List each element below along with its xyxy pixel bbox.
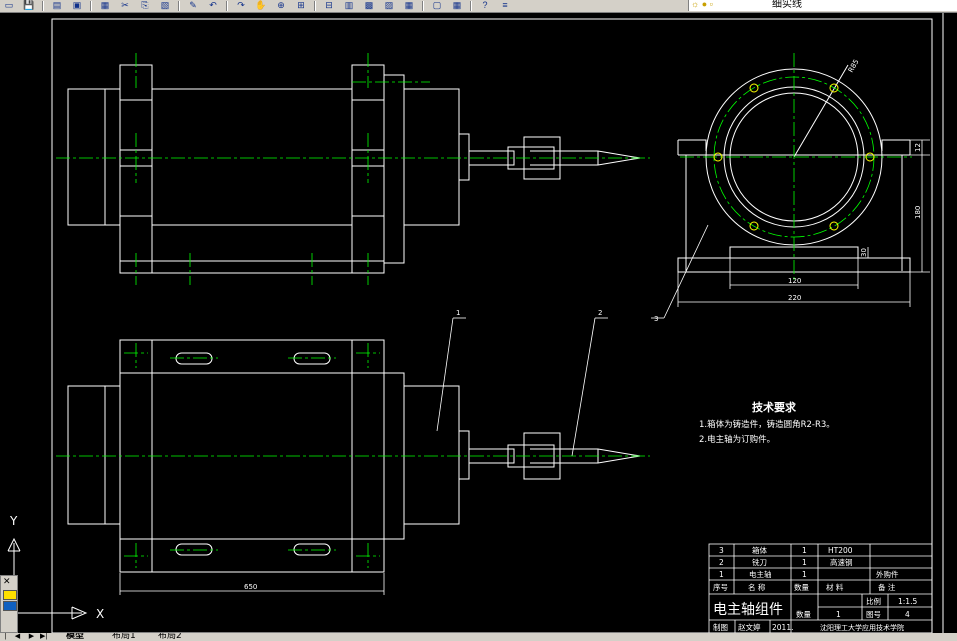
title-block bbox=[708, 543, 933, 633]
part3-material: HT200 bbox=[828, 546, 853, 555]
drawing-canvas[interactable]: 1 2 3 650 220 120 180 12 30 R85 技术要求 1.箱… bbox=[0, 13, 957, 633]
ucs-icon: Y X bbox=[7, 514, 104, 621]
open-icon[interactable]: ▭ bbox=[2, 0, 16, 11]
scale-value: 1:1.5 bbox=[898, 597, 917, 606]
center-lines bbox=[56, 53, 912, 568]
close-icon[interactable]: ✕ bbox=[3, 576, 11, 586]
part1-qty: 1 bbox=[802, 570, 807, 579]
part1-no: 1 bbox=[719, 570, 724, 579]
last-tab-icon[interactable]: ▶| bbox=[40, 633, 47, 641]
next-tab-icon[interactable]: ▶ bbox=[28, 633, 35, 641]
layer-dropdown[interactable]: ☼ ● ▫ 细实线 bbox=[688, 0, 957, 11]
undo-icon[interactable]: ↶ bbox=[206, 0, 220, 11]
layout-tabs: |◀ ◀ ▶ ▶| 模型 布局1 布局2 bbox=[0, 633, 957, 641]
help-icon[interactable]: ? bbox=[478, 0, 492, 11]
paste-icon[interactable]: ▧ bbox=[158, 0, 172, 11]
leader-lines bbox=[436, 224, 709, 457]
tab-layout2[interactable]: 布局2 bbox=[158, 633, 182, 641]
pan-icon[interactable]: ✋ bbox=[254, 0, 268, 11]
part3-name: 箱体 bbox=[752, 545, 767, 555]
dim-30: 30 bbox=[860, 248, 868, 257]
count-value: 1 bbox=[836, 610, 841, 619]
header-name: 名 称 bbox=[748, 582, 766, 592]
header-note: 备 注 bbox=[878, 582, 896, 592]
part1-note: 外购件 bbox=[876, 569, 899, 579]
layer-state-icons: ☼ ● ▫ bbox=[691, 0, 713, 9]
drawing-title: 电主轴组件 bbox=[713, 602, 783, 618]
print-icon[interactable]: ▤ bbox=[50, 0, 64, 11]
dim-overall-length: 650 bbox=[244, 583, 257, 591]
markup-icon[interactable]: ▢ bbox=[430, 0, 444, 11]
dim-180: 180 bbox=[914, 206, 922, 219]
header-no: 序号 bbox=[713, 582, 728, 592]
dim-120: 120 bbox=[788, 277, 801, 285]
layer-name: 细实线 bbox=[772, 0, 802, 10]
toolbar-separator bbox=[422, 1, 424, 11]
copy-icon[interactable]: ⎘ bbox=[138, 0, 152, 11]
preview-icon[interactable]: ▣ bbox=[70, 0, 84, 11]
header-qty: 数量 bbox=[794, 582, 809, 592]
cut-icon[interactable]: ✂ bbox=[118, 0, 132, 11]
part2-no: 2 bbox=[719, 558, 724, 567]
drawn-date: 2011. bbox=[772, 623, 793, 632]
tech-req-line2: 2.电主轴为订购件。 bbox=[699, 434, 775, 445]
prev-tab-icon[interactable]: ◀ bbox=[14, 633, 21, 641]
sheet-set-icon[interactable]: ▦ bbox=[402, 0, 416, 11]
school-name: 沈阳理工大学应用技术学院 bbox=[820, 623, 904, 632]
dimension-lines bbox=[119, 139, 930, 595]
title-block-text: 3 箱体 1 HT200 2 铣刀 1 高速钢 1 电主轴 1 外购件 序号 名… bbox=[713, 545, 917, 632]
tech-req-title: 技术要求 bbox=[752, 400, 797, 414]
redo-icon[interactable]: ↷ bbox=[234, 0, 248, 11]
command-window-stub[interactable]: ✕ bbox=[0, 575, 18, 633]
sheet-value: 4 bbox=[905, 610, 910, 619]
palette-strip-2 bbox=[3, 601, 17, 611]
balloon-2: 2 bbox=[598, 309, 602, 317]
dim-radius: R85 bbox=[847, 58, 861, 74]
toolbar-separator bbox=[470, 1, 472, 11]
header-material: 材 料 bbox=[826, 582, 844, 592]
toolbar-separator bbox=[178, 1, 180, 11]
dim-12: 12 bbox=[914, 143, 922, 152]
sheet-label: 图号 bbox=[866, 610, 881, 619]
scale-label: 比例 bbox=[866, 596, 881, 606]
first-tab-icon[interactable]: |◀ bbox=[2, 633, 9, 641]
toolbar-separator bbox=[226, 1, 228, 11]
tab-layout1[interactable]: 布局1 bbox=[112, 633, 136, 641]
zoom-realtime-icon[interactable]: ⊕ bbox=[274, 0, 288, 11]
toolbar-separator bbox=[314, 1, 316, 11]
front-view-top bbox=[67, 64, 641, 274]
ucs-y-label: Y bbox=[9, 514, 18, 528]
publish-icon[interactable]: ▦ bbox=[98, 0, 112, 11]
dim-220: 220 bbox=[788, 294, 801, 302]
part1-name: 电主轴 bbox=[749, 569, 772, 579]
drawn-name: 赵文婷 bbox=[738, 622, 761, 632]
drawing-border bbox=[51, 18, 933, 633]
part2-name: 铣刀 bbox=[752, 557, 767, 567]
properties-icon[interactable]: ▥ bbox=[342, 0, 356, 11]
tab-model[interactable]: 模型 bbox=[66, 633, 84, 641]
tool-palettes-icon[interactable]: ▨ bbox=[382, 0, 396, 11]
zoom-previous-icon[interactable]: ⊟ bbox=[322, 0, 336, 11]
ucs-x-label: X bbox=[96, 607, 104, 621]
drawn-label: 制图 bbox=[713, 622, 728, 632]
technical-requirements: 技术要求 1.箱体为铸造件，铸造圆角R2-R3。 2.电主轴为订购件。 bbox=[699, 400, 835, 445]
zoom-window-icon[interactable]: ⊞ bbox=[294, 0, 308, 11]
tech-req-line1: 1.箱体为铸造件，铸造圆角R2-R3。 bbox=[699, 419, 835, 430]
balloon-1: 1 bbox=[456, 309, 460, 317]
calculator-icon[interactable]: ▦ bbox=[450, 0, 464, 11]
part2-qty: 1 bbox=[802, 558, 807, 567]
layer-manager-icon[interactable]: ≡ bbox=[498, 0, 512, 11]
part3-no: 3 bbox=[719, 546, 724, 555]
balloon-3: 3 bbox=[654, 315, 658, 323]
part3-qty: 1 bbox=[802, 546, 807, 555]
toolbar-separator bbox=[42, 1, 44, 11]
palette-strip bbox=[3, 590, 17, 600]
save-icon[interactable]: 💾 bbox=[22, 0, 36, 11]
count-label: 数量 bbox=[796, 609, 811, 619]
match-properties-icon[interactable]: ✎ bbox=[186, 0, 200, 11]
design-center-icon[interactable]: ▩ bbox=[362, 0, 376, 11]
toolbar-separator bbox=[90, 1, 92, 11]
part2-material: 高速钢 bbox=[830, 557, 853, 567]
